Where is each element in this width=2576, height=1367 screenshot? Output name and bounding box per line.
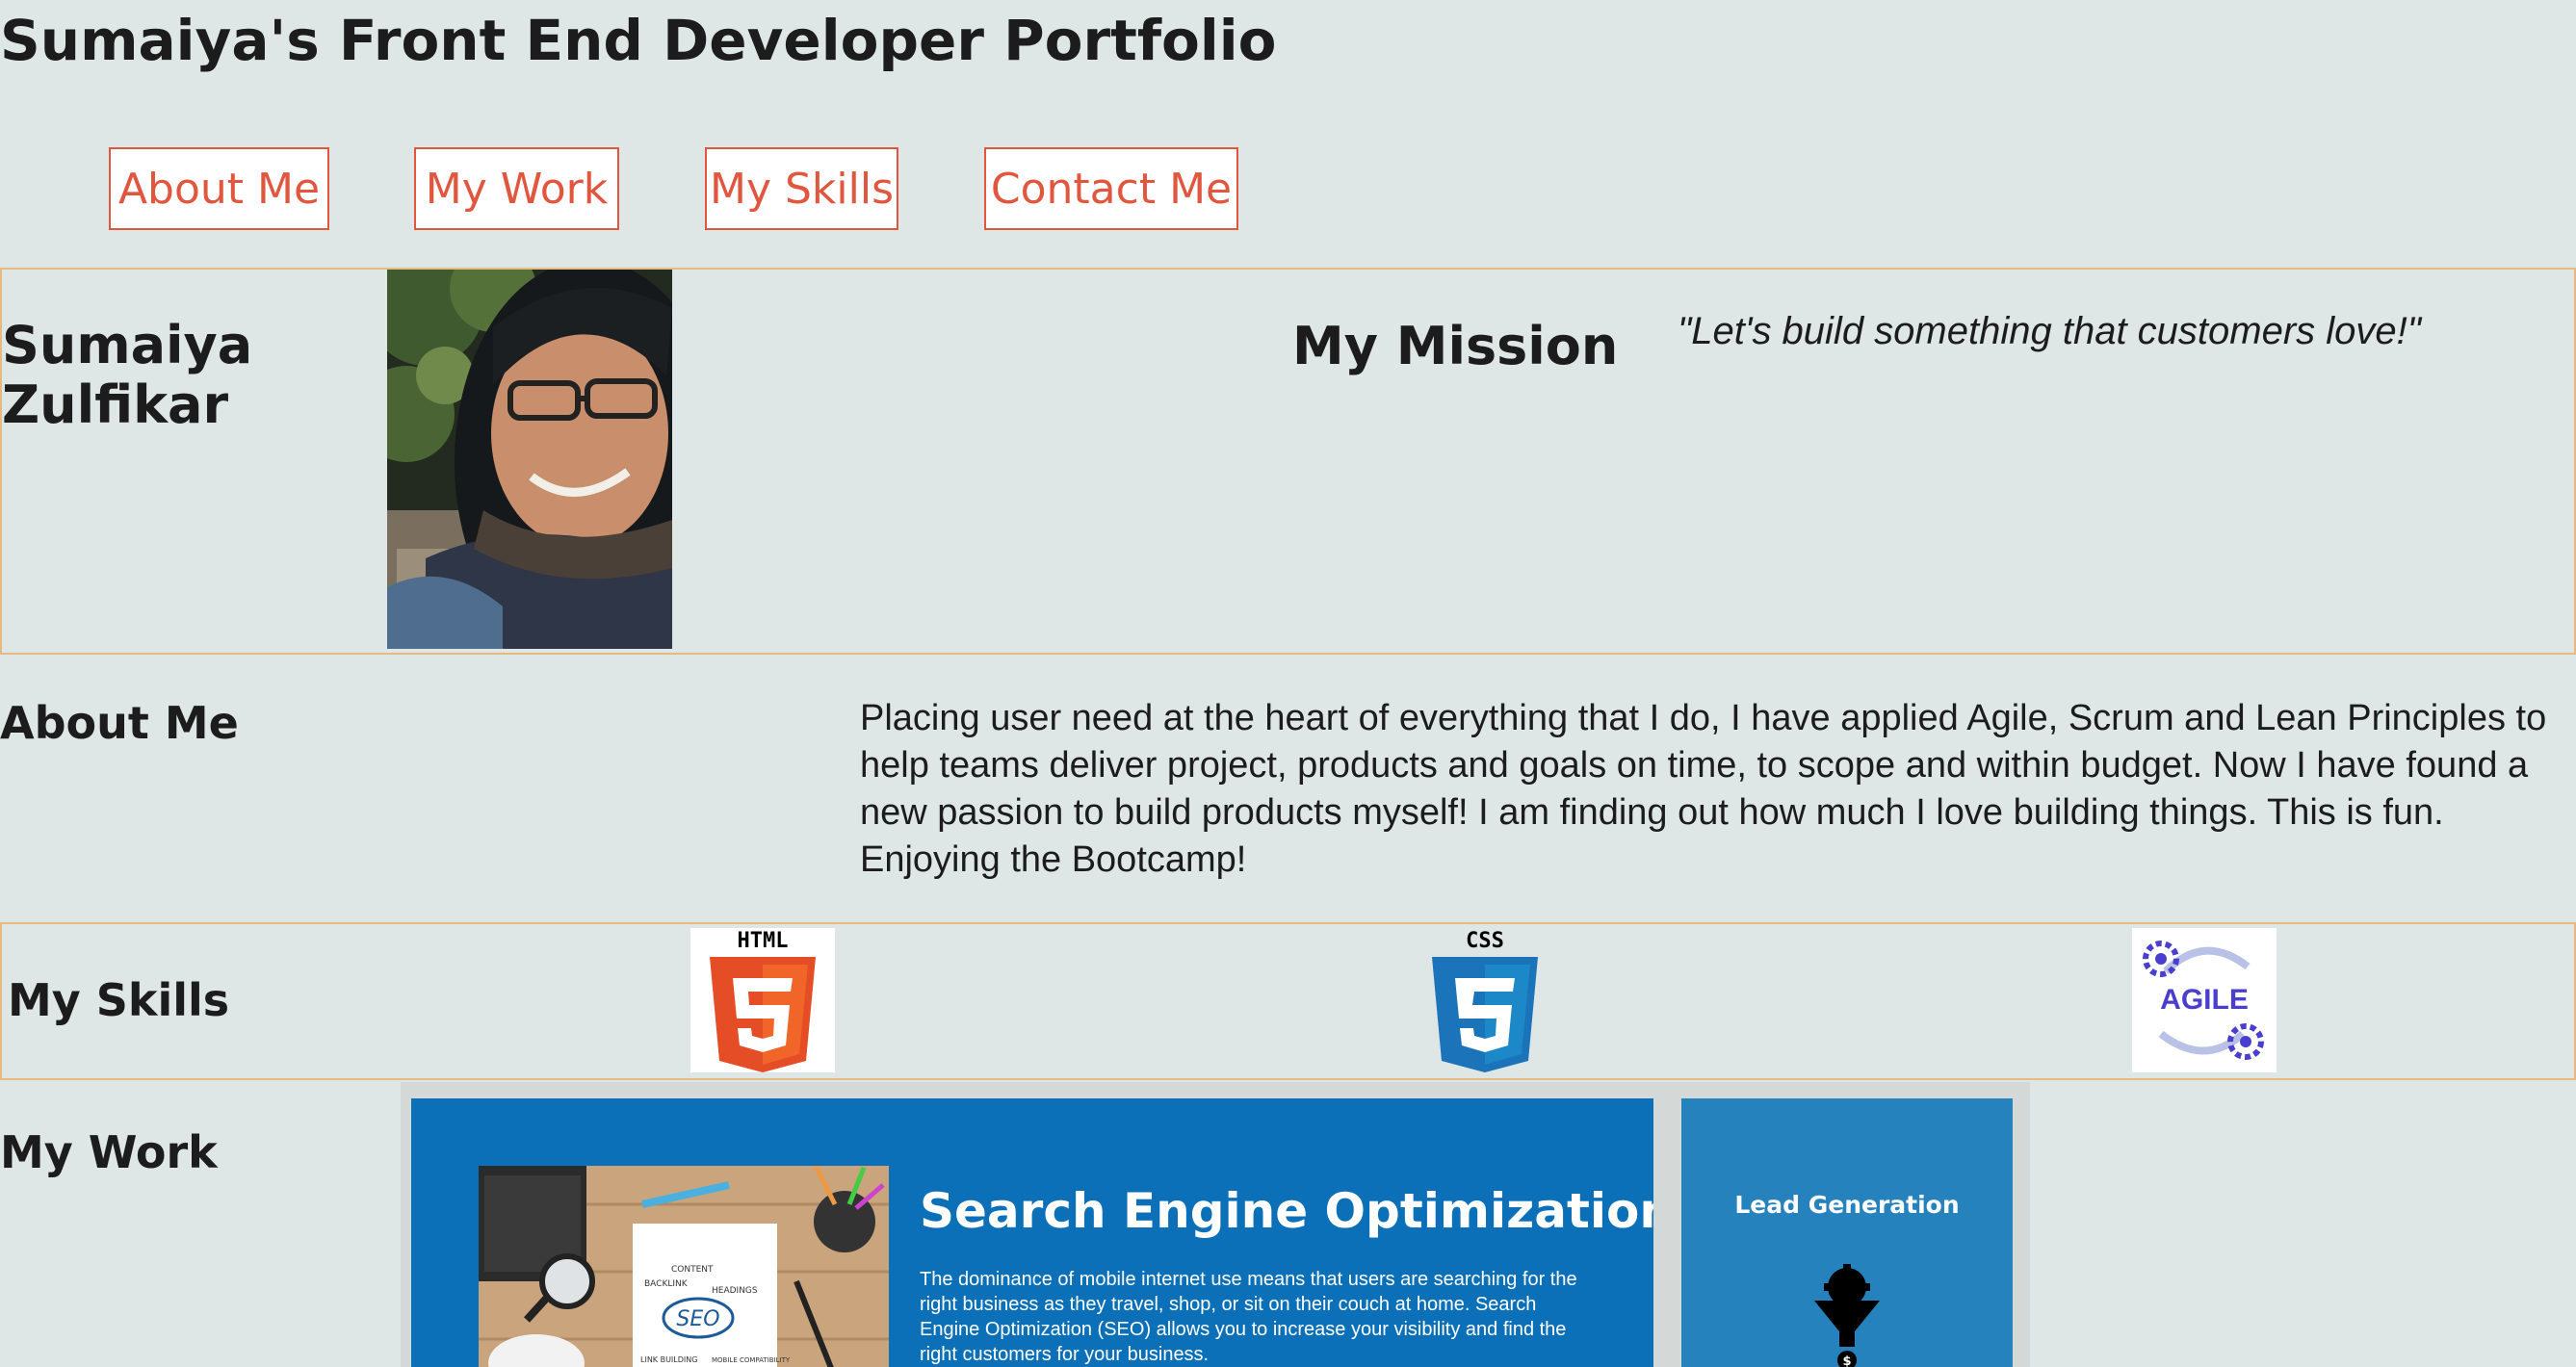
css-label: CSS <box>1466 929 1504 953</box>
about-section: About Me Placing user need at the heart … <box>0 655 2576 924</box>
seo-image: CONTENT BACKLINK HEADINGS SEO LINK BUILD… <box>479 1166 889 1367</box>
seo-note-content: CONTENT <box>671 1265 714 1275</box>
lead-generation-title: Lead Generation <box>1734 1191 1960 1219</box>
work-heading: My Work <box>0 1126 218 1178</box>
skills-heading: My Skills <box>8 974 230 1026</box>
work-card-seo[interactable]: CONTENT BACKLINK HEADINGS SEO LINK BUILD… <box>411 1098 1653 1367</box>
profile-photo-illustration <box>387 270 672 649</box>
skill-css: CSS <box>1413 928 1557 1072</box>
agile-icon: AGILE <box>2143 941 2264 1060</box>
funnel-icon: $ <box>1814 1264 1880 1367</box>
seo-note-linkbuilding: LINK BUILDING <box>640 1355 697 1364</box>
mission-quote: "Let's build something that customers lo… <box>1678 310 2421 352</box>
profile-photo <box>387 270 672 649</box>
seo-notebook-word: SEO <box>676 1307 719 1331</box>
page-title: Sumaiya's Front End Developer Portfolio <box>0 8 1277 73</box>
seo-desk-illustration: CONTENT BACKLINK HEADINGS SEO LINK BUILD… <box>479 1166 889 1367</box>
seo-note-headings: HEADINGS <box>712 1286 758 1296</box>
profile-first-name: Sumaiya <box>2 315 253 375</box>
profile-name: Sumaiya Zulfikar <box>2 316 252 435</box>
html-label: HTML <box>738 929 789 953</box>
work-card-lead-generation[interactable]: Lead Generation $ <box>1681 1098 2013 1367</box>
nav-about-link[interactable]: About Me <box>109 147 329 230</box>
nav-work-link[interactable]: My Work <box>414 147 619 230</box>
seo-description: The dominance of mobile internet use mea… <box>920 1269 1577 1365</box>
about-text: Placing user need at the heart of everyt… <box>860 698 2547 880</box>
intro-section: Sumaiya Zulfikar My Mission "Let's build… <box>0 268 2576 655</box>
seo-note-mobile: MOBILE COMPATIBILITY <box>712 1356 791 1364</box>
skill-html: HTML <box>690 928 835 1072</box>
mission-heading: My Mission <box>1292 316 1619 376</box>
profile-last-name: Zulfikar <box>2 374 229 435</box>
seo-note-backlink: BACKLINK <box>644 1279 689 1289</box>
nav-skills-link[interactable]: My Skills <box>705 147 898 230</box>
funnel-dollar-symbol: $ <box>1842 1354 1851 1367</box>
skill-agile: AGILE <box>2132 928 2277 1072</box>
css3-icon: CSS <box>1413 928 1557 1072</box>
nav-contact-link[interactable]: Contact Me <box>984 147 1238 230</box>
skills-section: My Skills HTML CSS AGILE <box>0 922 2576 1080</box>
main-nav: About Me My Work My Skills Contact Me <box>0 147 1348 234</box>
html5-icon: HTML <box>710 929 816 1072</box>
work-section: My Work CONTENT BACKLINK HEADINGS SEO LI… <box>0 1080 2576 1367</box>
seo-title: Search Engine Optimization <box>920 1183 1653 1239</box>
agile-label: AGILE <box>2160 984 2249 1016</box>
about-heading: About Me <box>0 697 239 749</box>
